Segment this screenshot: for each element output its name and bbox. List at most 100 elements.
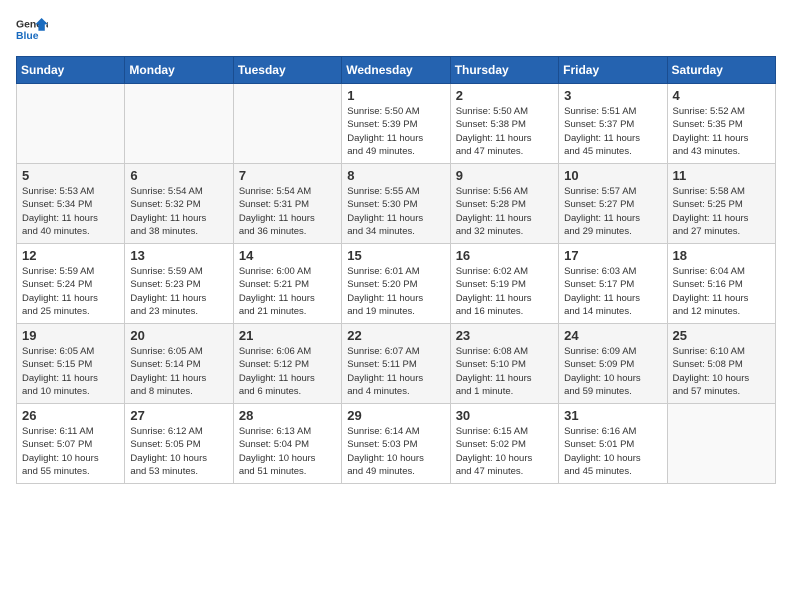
day-number: 31	[564, 408, 661, 423]
day-info: Sunrise: 5:53 AM Sunset: 5:34 PM Dayligh…	[22, 185, 119, 238]
page-header: General Blue	[16, 16, 776, 44]
calendar-cell: 3 Sunrise: 5:51 AM Sunset: 5:37 PM Daylig…	[559, 84, 667, 164]
day-info: Sunrise: 6:03 AM Sunset: 5:17 PM Dayligh…	[564, 265, 661, 318]
day-number: 15	[347, 248, 444, 263]
day-number: 22	[347, 328, 444, 343]
day-info: Sunrise: 6:05 AM Sunset: 5:15 PM Dayligh…	[22, 345, 119, 398]
calendar-cell: 15 Sunrise: 6:01 AM Sunset: 5:20 PM Dayli…	[342, 244, 450, 324]
calendar-cell: 26 Sunrise: 6:11 AM Sunset: 5:07 PM Dayli…	[17, 404, 125, 484]
day-info: Sunrise: 6:04 AM Sunset: 5:16 PM Dayligh…	[673, 265, 770, 318]
day-number: 9	[456, 168, 553, 183]
calendar-cell: 4 Sunrise: 5:52 AM Sunset: 5:35 PM Daylig…	[667, 84, 775, 164]
calendar-cell: 22 Sunrise: 6:07 AM Sunset: 5:11 PM Dayli…	[342, 324, 450, 404]
calendar-cell: 29Sunrise: 6:14 AM Sunset: 5:03 PM Dayli…	[342, 404, 450, 484]
calendar-cell: 8 Sunrise: 5:55 AM Sunset: 5:30 PM Daylig…	[342, 164, 450, 244]
day-info: Sunrise: 5:54 AM Sunset: 5:31 PM Dayligh…	[239, 185, 336, 238]
day-info: Sunrise: 6:07 AM Sunset: 5:11 PM Dayligh…	[347, 345, 444, 398]
calendar-cell: 21 Sunrise: 6:06 AM Sunset: 5:12 PM Dayli…	[233, 324, 341, 404]
day-info: Sunrise: 6:10 AM Sunset: 5:08 PM Dayligh…	[673, 345, 770, 398]
day-info: Sunrise: 6:15 AM Sunset: 5:02 PM Dayligh…	[456, 425, 553, 478]
day-info: Sunrise: 6:06 AM Sunset: 5:12 PM Dayligh…	[239, 345, 336, 398]
calendar-cell: 19 Sunrise: 6:05 AM Sunset: 5:15 PM Dayli…	[17, 324, 125, 404]
day-number: 17	[564, 248, 661, 263]
day-number: 1	[347, 88, 444, 103]
calendar-week-3: 12Sunrise: 5:59 AM Sunset: 5:24 PM Dayli…	[17, 244, 776, 324]
calendar-header: SundayMondayTuesdayWednesdayThursdayFrid…	[17, 57, 776, 84]
calendar-week-2: 5 Sunrise: 5:53 AM Sunset: 5:34 PM Daylig…	[17, 164, 776, 244]
day-info: Sunrise: 5:59 AM Sunset: 5:23 PM Dayligh…	[130, 265, 227, 318]
calendar-week-5: 26 Sunrise: 6:11 AM Sunset: 5:07 PM Dayli…	[17, 404, 776, 484]
weekday-header-saturday: Saturday	[667, 57, 775, 84]
calendar-cell: 5 Sunrise: 5:53 AM Sunset: 5:34 PM Daylig…	[17, 164, 125, 244]
weekday-header-sunday: Sunday	[17, 57, 125, 84]
day-number: 11	[673, 168, 770, 183]
day-number: 8	[347, 168, 444, 183]
day-info: Sunrise: 6:02 AM Sunset: 5:19 PM Dayligh…	[456, 265, 553, 318]
day-info: Sunrise: 5:51 AM Sunset: 5:37 PM Dayligh…	[564, 105, 661, 158]
calendar-cell	[233, 84, 341, 164]
calendar-cell: 25 Sunrise: 6:10 AM Sunset: 5:08 PM Dayli…	[667, 324, 775, 404]
day-number: 6	[130, 168, 227, 183]
calendar-cell: 7Sunrise: 5:54 AM Sunset: 5:31 PM Daylig…	[233, 164, 341, 244]
calendar-week-1: 1 Sunrise: 5:50 AM Sunset: 5:39 PM Daylig…	[17, 84, 776, 164]
calendar-cell: 20 Sunrise: 6:05 AM Sunset: 5:14 PM Dayli…	[125, 324, 233, 404]
day-info: Sunrise: 5:57 AM Sunset: 5:27 PM Dayligh…	[564, 185, 661, 238]
day-info: Sunrise: 5:52 AM Sunset: 5:35 PM Dayligh…	[673, 105, 770, 158]
logo-icon: General Blue	[16, 16, 48, 44]
day-info: Sunrise: 5:55 AM Sunset: 5:30 PM Dayligh…	[347, 185, 444, 238]
day-info: Sunrise: 5:54 AM Sunset: 5:32 PM Dayligh…	[130, 185, 227, 238]
svg-text:Blue: Blue	[16, 31, 39, 42]
calendar-cell: 18Sunrise: 6:04 AM Sunset: 5:16 PM Dayli…	[667, 244, 775, 324]
day-info: Sunrise: 6:01 AM Sunset: 5:20 PM Dayligh…	[347, 265, 444, 318]
day-info: Sunrise: 5:58 AM Sunset: 5:25 PM Dayligh…	[673, 185, 770, 238]
day-number: 14	[239, 248, 336, 263]
day-info: Sunrise: 6:12 AM Sunset: 5:05 PM Dayligh…	[130, 425, 227, 478]
day-number: 19	[22, 328, 119, 343]
day-number: 5	[22, 168, 119, 183]
day-info: Sunrise: 6:16 AM Sunset: 5:01 PM Dayligh…	[564, 425, 661, 478]
calendar-week-4: 19 Sunrise: 6:05 AM Sunset: 5:15 PM Dayli…	[17, 324, 776, 404]
day-info: Sunrise: 6:13 AM Sunset: 5:04 PM Dayligh…	[239, 425, 336, 478]
day-number: 2	[456, 88, 553, 103]
weekday-header-wednesday: Wednesday	[342, 57, 450, 84]
calendar-cell: 30Sunrise: 6:15 AM Sunset: 5:02 PM Dayli…	[450, 404, 558, 484]
day-number: 23	[456, 328, 553, 343]
weekday-header-monday: Monday	[125, 57, 233, 84]
calendar-cell: 10Sunrise: 5:57 AM Sunset: 5:27 PM Dayli…	[559, 164, 667, 244]
day-number: 20	[130, 328, 227, 343]
calendar-cell: 14 Sunrise: 6:00 AM Sunset: 5:21 PM Dayli…	[233, 244, 341, 324]
weekday-header-thursday: Thursday	[450, 57, 558, 84]
calendar-cell: 1 Sunrise: 5:50 AM Sunset: 5:39 PM Daylig…	[342, 84, 450, 164]
calendar-cell: 2 Sunrise: 5:50 AM Sunset: 5:38 PM Daylig…	[450, 84, 558, 164]
calendar-cell: 16 Sunrise: 6:02 AM Sunset: 5:19 PM Dayli…	[450, 244, 558, 324]
day-info: Sunrise: 6:00 AM Sunset: 5:21 PM Dayligh…	[239, 265, 336, 318]
day-number: 25	[673, 328, 770, 343]
logo: General Blue	[16, 16, 48, 44]
day-number: 16	[456, 248, 553, 263]
day-info: Sunrise: 5:50 AM Sunset: 5:39 PM Dayligh…	[347, 105, 444, 158]
calendar-cell: 9 Sunrise: 5:56 AM Sunset: 5:28 PM Daylig…	[450, 164, 558, 244]
day-info: Sunrise: 6:05 AM Sunset: 5:14 PM Dayligh…	[130, 345, 227, 398]
day-number: 4	[673, 88, 770, 103]
calendar-cell: 12Sunrise: 5:59 AM Sunset: 5:24 PM Dayli…	[17, 244, 125, 324]
day-info: Sunrise: 5:56 AM Sunset: 5:28 PM Dayligh…	[456, 185, 553, 238]
day-info: Sunrise: 5:50 AM Sunset: 5:38 PM Dayligh…	[456, 105, 553, 158]
calendar-cell: 6 Sunrise: 5:54 AM Sunset: 5:32 PM Daylig…	[125, 164, 233, 244]
calendar-cell	[17, 84, 125, 164]
calendar-cell: 23Sunrise: 6:08 AM Sunset: 5:10 PM Dayli…	[450, 324, 558, 404]
calendar-cell	[667, 404, 775, 484]
calendar-cell: 31 Sunrise: 6:16 AM Sunset: 5:01 PM Dayli…	[559, 404, 667, 484]
weekday-header-friday: Friday	[559, 57, 667, 84]
day-number: 24	[564, 328, 661, 343]
calendar-cell: 11 Sunrise: 5:58 AM Sunset: 5:25 PM Dayli…	[667, 164, 775, 244]
calendar-cell: 17 Sunrise: 6:03 AM Sunset: 5:17 PM Dayli…	[559, 244, 667, 324]
calendar-cell: 13 Sunrise: 5:59 AM Sunset: 5:23 PM Dayli…	[125, 244, 233, 324]
calendar-cell: 27Sunrise: 6:12 AM Sunset: 5:05 PM Dayli…	[125, 404, 233, 484]
day-info: Sunrise: 6:11 AM Sunset: 5:07 PM Dayligh…	[22, 425, 119, 478]
day-number: 29	[347, 408, 444, 423]
day-number: 26	[22, 408, 119, 423]
day-number: 13	[130, 248, 227, 263]
day-number: 21	[239, 328, 336, 343]
day-info: Sunrise: 6:09 AM Sunset: 5:09 PM Dayligh…	[564, 345, 661, 398]
day-number: 3	[564, 88, 661, 103]
